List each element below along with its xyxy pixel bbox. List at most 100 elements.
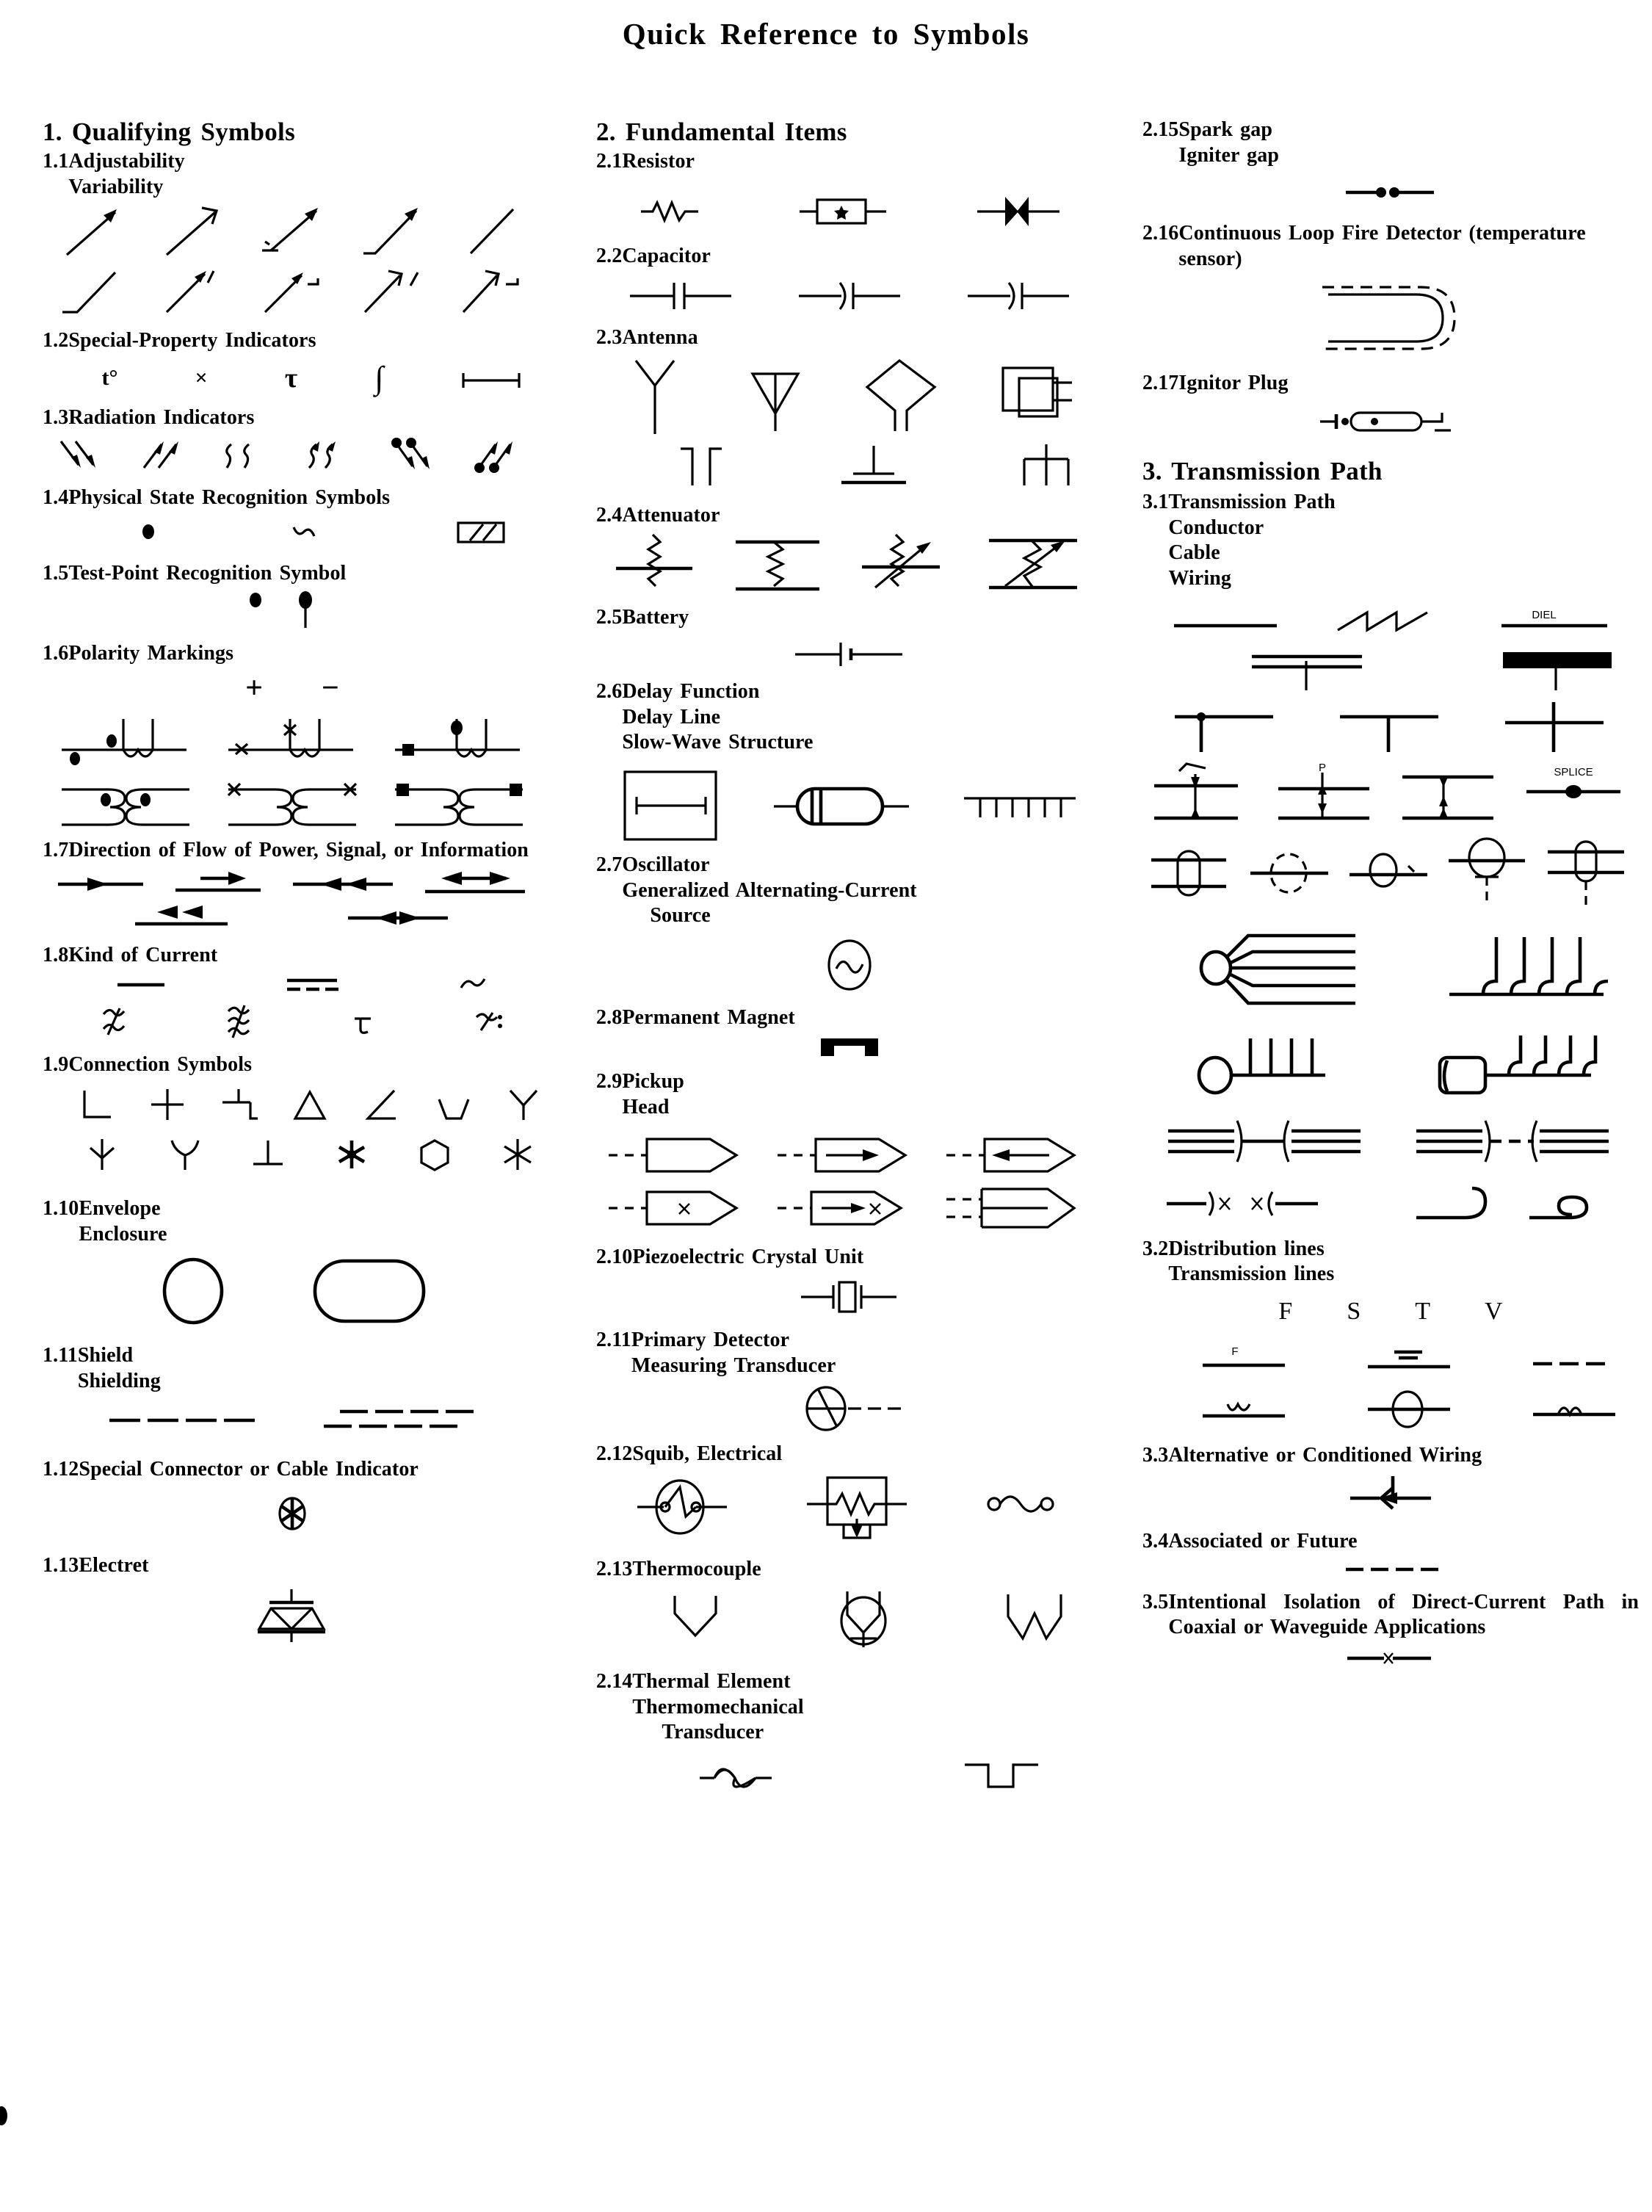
symbol-row-test-point <box>43 590 542 631</box>
entry-number: 3.4 <box>1142 1529 1169 1553</box>
entry-heading: 2.6 Delay Function Delay Line Slow-Wave … <box>596 679 1103 756</box>
entry-heading: 3.4 Associated or Future <box>1142 1529 1639 1555</box>
dc-isolation-icon <box>1336 1647 1446 1669</box>
spark-gap-icon <box>1343 181 1438 203</box>
slow-wave-structure-icon <box>961 784 1079 828</box>
path-dashed-circle-icon <box>1247 841 1336 904</box>
pickup-head-erase-icon <box>607 1186 754 1230</box>
svg-text:P: P <box>1318 762 1325 774</box>
symbol-row-battery <box>596 638 1103 668</box>
path-box-comb-icon <box>1435 1024 1604 1105</box>
antenna-fork-icon <box>1010 443 1083 491</box>
entry-label: Attenuator <box>622 504 720 527</box>
polarity-coil-dot-icon <box>56 713 195 770</box>
page-title: Quick Reference to Symbols <box>622 17 1030 51</box>
battery-icon <box>791 638 908 668</box>
enclosure-rounded-rect-icon <box>311 1257 428 1326</box>
entry-number: 2.14 <box>596 1669 633 1693</box>
entry-heading: 1.1 Adjustability Variability <box>43 149 542 200</box>
symbol-row-squib <box>596 1473 1103 1541</box>
entry-2-12: 2.12 Squib, Electrical <box>596 1442 1103 1541</box>
entry-number: 2.15 <box>1142 118 1179 141</box>
symbol-row-attenuator <box>596 532 1103 599</box>
entry-label: Kind of Current <box>68 943 218 966</box>
antenna-diamond-loop-icon <box>861 358 942 438</box>
pickup-head-playback-icon <box>945 1133 1092 1177</box>
entry-2-7: 2.7 Oscillator Generalized Alternating-C… <box>596 853 1103 994</box>
arrow-adjust-flag-icon <box>259 267 325 318</box>
arrow-adjust-slash-icon <box>459 205 525 259</box>
page-edge-mark <box>0 2106 7 2125</box>
path-pressure-tap-icon: P <box>1274 762 1384 825</box>
distribution-double-arc-icon <box>1197 1392 1292 1426</box>
thermocouple-v-icon <box>663 1591 729 1647</box>
primary-detector-icon <box>791 1386 908 1432</box>
bar-glyph-icon <box>460 366 524 391</box>
entry-label: Thermocouple <box>632 1558 761 1581</box>
symbol-row-delay <box>596 769 1103 842</box>
symbol-row-pickup-1 <box>596 1133 1103 1177</box>
entry-label: Alternative or Conditioned Wiring <box>1168 1444 1482 1467</box>
entry-label: Piezoelectric Crystal Unit <box>632 1246 864 1269</box>
entry-number: 3.1 <box>1142 490 1169 513</box>
entry-heading: 1.8 Kind of Current <box>43 943 542 969</box>
symbol-row-electret <box>43 1586 542 1645</box>
entry-label: Connection Symbols <box>68 1052 253 1076</box>
entry-label: Pickup Head <box>622 1069 684 1118</box>
symbol-row-antenna-2 <box>596 443 1156 491</box>
squib-circle-icon <box>634 1475 730 1539</box>
flow-arrows-converge-icon <box>344 902 454 931</box>
symbol-row-alternative-wiring <box>1142 1473 1639 1517</box>
section-title: Qualifying Symbols <box>71 118 295 146</box>
path-bundle-branches-icon <box>1445 921 1614 1016</box>
entry-label: Electret <box>79 1553 149 1577</box>
symbol-row-special-connector <box>43 1493 542 1534</box>
symbol-row-envelope <box>43 1257 542 1326</box>
entry-heading: 1.6 Polarity Markings <box>43 641 542 667</box>
antenna-triangle-icon <box>742 358 808 438</box>
connection-branch-icon <box>164 1135 206 1174</box>
symbol-row-crystal <box>596 1278 1103 1316</box>
entry-heading: 2.16 Continuous Loop Fire Detector (temp… <box>1142 221 1639 272</box>
liquid-state-icon <box>286 517 330 546</box>
entry-2-2: 2.2 Capacitor <box>596 244 1103 314</box>
connection-delta-icon <box>289 1085 330 1124</box>
header-t: T <box>1415 1298 1431 1326</box>
symbol-row-primary-detector <box>596 1386 1103 1432</box>
entry-heading: 1.11 Shield Shielding <box>43 1343 542 1394</box>
arrow-adjust-plain-icon <box>59 205 126 259</box>
path-tee-junction-icon <box>1170 701 1280 755</box>
path-multiconductor-connector-icon <box>1164 1116 1369 1178</box>
connection-asterisk-star-icon <box>331 1135 372 1174</box>
entry-label: Intentional Isolation of Direct-Current … <box>1168 1590 1639 1639</box>
entry-label: Polarity Markings <box>68 641 234 665</box>
attenuator-series-icon <box>731 532 827 599</box>
symbol-row-path-7 <box>1142 1024 1652 1105</box>
pi-current-glyph-icon <box>343 1002 387 1041</box>
entry-label: Envelope Enclosure <box>79 1197 167 1246</box>
connection-hexagon-icon <box>414 1135 455 1174</box>
entry-1-10: 1.10 Envelope Enclosure <box>43 1196 542 1325</box>
entry-label: Squib, Electrical <box>632 1442 783 1466</box>
resistor-box-star-icon <box>798 194 894 229</box>
symbol-row-polarity-coils <box>43 713 542 770</box>
entry-heading: 3.5 Intentional Isolation of Direct-Curr… <box>1142 1590 1639 1641</box>
antenna-whip-icon <box>623 358 689 438</box>
entry-2-10: 2.10 Piezoelectric Crystal Unit <box>596 1245 1103 1316</box>
piezoelectric-crystal-icon <box>798 1278 901 1316</box>
dc-dashed-icon <box>281 973 347 995</box>
polarity-coil-squares-icon <box>389 713 529 770</box>
ac-triple-glyph-icon <box>218 1002 262 1041</box>
ac-dotted-glyph-icon <box>468 1002 512 1041</box>
test-point-lollipop-icon <box>292 590 344 631</box>
entry-heading: 2.4 Attenuator <box>596 503 1103 529</box>
entry-3-3: 3.3 Alternative or Conditioned Wiring <box>1142 1443 1639 1517</box>
entry-heading: 1.12 Special Connector or Cable Indicato… <box>43 1457 542 1483</box>
pickup-head-record-icon <box>776 1133 923 1177</box>
squib-box-icon <box>805 1473 908 1541</box>
entry-number: 1.10 <box>43 1197 79 1221</box>
ignitor-plug-icon <box>1317 405 1464 438</box>
shield-dashed-line-icon <box>105 1406 259 1432</box>
entry-heading: 2.15 Spark gap Igniter gap <box>1142 118 1639 168</box>
entry-label: Oscillator Generalized Alternating-Curre… <box>622 853 917 928</box>
